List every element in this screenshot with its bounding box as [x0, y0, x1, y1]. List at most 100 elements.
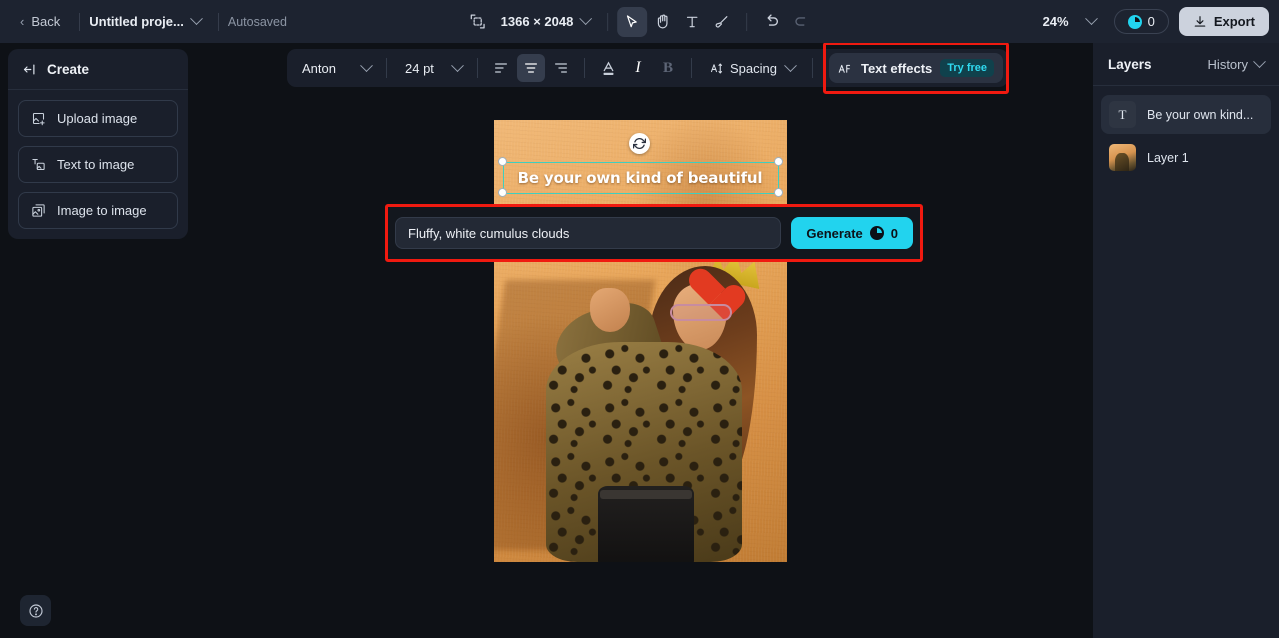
topbar-tools: 1366 × 2048	[463, 0, 817, 43]
project-title[interactable]: Untitled proje...	[89, 14, 184, 29]
spacing-icon	[709, 61, 724, 76]
image-to-image-button[interactable]: Image to image	[18, 192, 178, 229]
collapse-panel-icon[interactable]	[22, 62, 37, 77]
credits-badge[interactable]: 0	[1113, 9, 1169, 34]
chevron-left-icon: ‹	[20, 14, 25, 29]
image-to-image-icon	[31, 203, 46, 218]
credit-coin-icon	[869, 226, 884, 240]
image-to-image-label: Image to image	[57, 203, 147, 218]
canvas-area[interactable]	[195, 43, 1093, 638]
resize-handle-bottom-left[interactable]	[498, 188, 507, 197]
divider	[811, 58, 813, 78]
text-to-image-icon	[31, 157, 46, 172]
layers-panel-title: Layers	[1108, 57, 1152, 72]
layer-thumbnail	[1109, 144, 1136, 171]
chevron-down-icon	[360, 58, 373, 72]
canvas-size-dropdown[interactable]	[573, 12, 598, 30]
resize-handle-top-right[interactable]	[774, 157, 783, 166]
prompt-input[interactable]: Fluffy, white cumulus clouds	[395, 217, 782, 249]
layers-panel: Layers History T Be your own kind... Lay…	[1093, 43, 1279, 638]
project-menu-button[interactable]	[184, 12, 209, 30]
try-free-badge: Try free	[940, 59, 995, 77]
font-family-value: Anton	[302, 60, 336, 76]
layer-name: Be your own kind...	[1147, 107, 1254, 122]
create-panel: Create Upload image Text to image Image …	[8, 49, 188, 239]
text-tool[interactable]	[677, 7, 707, 37]
layer-row[interactable]: T Be your own kind...	[1101, 95, 1271, 134]
chevron-down-icon	[190, 12, 203, 26]
credit-coin-icon	[1127, 14, 1142, 29]
font-family-dropdown[interactable]: Anton	[293, 56, 377, 81]
help-button[interactable]	[20, 595, 51, 626]
align-left-button[interactable]	[487, 54, 515, 82]
export-button[interactable]: Export	[1178, 7, 1269, 36]
create-panel-title: Create	[47, 62, 90, 77]
chevron-down-icon	[579, 12, 593, 26]
align-right-button[interactable]	[547, 54, 575, 82]
credits-count: 0	[1147, 14, 1155, 29]
create-panel-items: Upload image Text to image Image to imag…	[8, 90, 188, 239]
topbar-right-group: 24% 0 Export	[1043, 0, 1269, 43]
layers-list: T Be your own kind... Layer 1	[1093, 86, 1279, 186]
back-label: Back	[31, 14, 61, 29]
divider	[607, 12, 609, 31]
divider	[217, 12, 219, 31]
history-label: History	[1207, 57, 1248, 72]
align-center-button[interactable]	[517, 54, 545, 82]
divider	[477, 58, 478, 78]
subject-hand	[590, 288, 630, 332]
photo-layer	[494, 250, 787, 562]
layer-row[interactable]: Layer 1	[1101, 138, 1271, 177]
resize-handle-top-left[interactable]	[498, 157, 507, 166]
chevron-down-icon	[451, 58, 464, 72]
brush-tool[interactable]	[707, 7, 737, 37]
text-effects-label: Text effects	[860, 60, 933, 76]
italic-glyph: I	[635, 59, 641, 76]
text-effects-highlight: Text effects Try free	[823, 42, 1009, 94]
subject-glasses	[670, 304, 732, 321]
text-layer-icon: T	[1109, 101, 1136, 128]
italic-button[interactable]: I	[624, 54, 652, 82]
divider	[584, 58, 585, 78]
text-effects-button[interactable]: Text effects Try free	[828, 53, 1004, 83]
divider	[691, 58, 692, 78]
create-panel-header: Create	[8, 49, 188, 90]
resize-handle-bottom-right[interactable]	[774, 188, 783, 197]
upload-image-icon	[31, 111, 46, 126]
text-to-image-button[interactable]: Text to image	[18, 146, 178, 183]
prompt-input-value: Fluffy, white cumulus clouds	[408, 225, 570, 241]
subject-belt	[600, 490, 692, 499]
chevron-down-icon	[784, 58, 797, 72]
generate-cost: 0	[890, 225, 898, 241]
bold-glyph: B	[662, 59, 673, 76]
upload-image-label: Upload image	[57, 111, 138, 126]
generate-button[interactable]: Generate 0	[791, 217, 913, 249]
font-size-dropdown[interactable]: 24 pt	[396, 56, 468, 81]
history-dropdown[interactable]: History	[1207, 55, 1266, 72]
select-tool[interactable]	[617, 6, 648, 37]
text-to-image-label: Text to image	[57, 157, 135, 172]
bold-button[interactable]: B	[654, 54, 682, 82]
upload-image-button[interactable]: Upload image	[18, 100, 178, 137]
undo-button[interactable]	[756, 7, 786, 37]
chevron-down-icon	[1084, 12, 1098, 26]
autosave-status: Autosaved	[227, 14, 287, 29]
divider	[746, 12, 748, 31]
topbar-left-group: ‹ Back Untitled proje... Autosaved	[10, 9, 287, 34]
text-color-button[interactable]	[594, 54, 622, 82]
top-bar: ‹ Back Untitled proje... Autosaved 1366 …	[0, 0, 1279, 43]
chevron-down-icon	[1253, 55, 1266, 69]
zoom-dropdown[interactable]	[1079, 12, 1104, 30]
spacing-dropdown[interactable]: Spacing	[701, 56, 803, 81]
redo-button[interactable]	[786, 7, 816, 37]
hand-tool[interactable]	[647, 7, 677, 37]
export-label: Export	[1213, 14, 1255, 29]
generate-prompt-highlight: Fluffy, white cumulus clouds Generate 0	[385, 204, 923, 262]
generate-label: Generate	[806, 225, 863, 241]
layer-name: Layer 1	[1147, 150, 1189, 165]
rotate-handle[interactable]	[629, 133, 650, 154]
back-button[interactable]: ‹ Back	[10, 9, 70, 34]
divider	[79, 12, 81, 31]
resize-canvas-icon[interactable]	[463, 7, 493, 37]
app-root: Be your own kind of beautiful ‹ Back Unt…	[0, 0, 1279, 638]
